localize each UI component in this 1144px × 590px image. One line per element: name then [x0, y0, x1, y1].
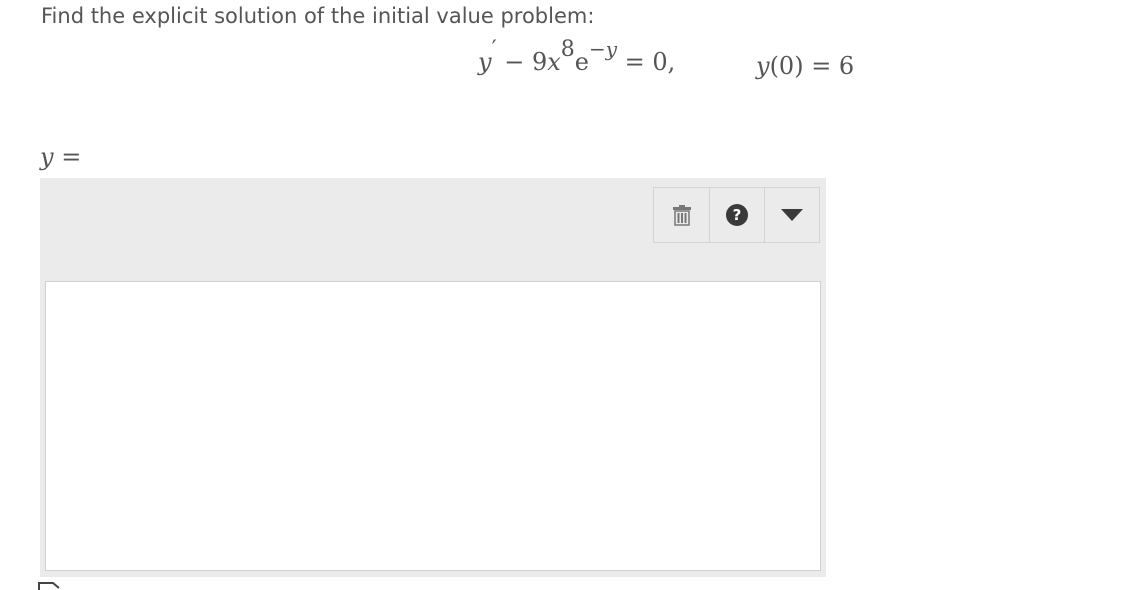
eq-minus: − — [496, 48, 532, 76]
eq-e-exp-minus: − — [588, 37, 606, 61]
answer-var: y — [40, 143, 54, 171]
answer-label: y = — [40, 143, 81, 171]
eq-x: x — [547, 48, 561, 76]
delete-button[interactable] — [654, 188, 709, 242]
eq-y: y — [478, 48, 492, 76]
eq-rhs: = 0, — [617, 48, 676, 76]
eq-e-exp-var: y — [605, 37, 618, 61]
eq-coefficient: 9 — [531, 48, 548, 76]
help-button[interactable]: ? — [709, 188, 764, 242]
differential-equation: y′ − 9x8e−y = 0, — [478, 37, 676, 76]
document-icon — [38, 582, 60, 590]
initial-condition: y(0) = 6 — [756, 52, 854, 80]
answer-eq: = — [53, 143, 82, 171]
cond-arg: (0) — [769, 52, 804, 80]
help-icon: ? — [726, 204, 748, 226]
dropdown-arrow-icon — [781, 209, 803, 221]
trash-icon — [672, 205, 691, 226]
eq-x-exponent: 8 — [560, 37, 575, 62]
menu-dropdown-button[interactable] — [764, 188, 819, 242]
eq-e-exponent: −y — [589, 37, 617, 61]
answer-input[interactable] — [45, 281, 821, 571]
cond-rhs: = 6 — [803, 52, 855, 80]
problem-page: Find the explicit solution of the initia… — [0, 0, 1144, 590]
eq-prime: ′ — [491, 37, 497, 62]
problem-prompt: Find the explicit solution of the initia… — [41, 4, 595, 28]
cond-var: y — [756, 52, 770, 80]
editor-toolbar: ? — [653, 187, 820, 243]
eq-e: e — [574, 48, 589, 76]
math-editor: ? — [40, 178, 826, 577]
